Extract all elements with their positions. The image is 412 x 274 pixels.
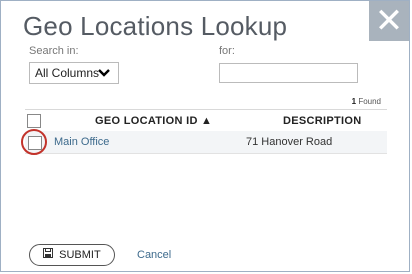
select-all-checkbox[interactable] <box>27 114 41 128</box>
found-label: Found <box>358 97 381 106</box>
submit-label: SUBMIT <box>59 249 101 261</box>
row-description: 71 Hanover Road <box>246 136 333 148</box>
submit-button[interactable]: SUBMIT <box>29 244 115 266</box>
column-header-geo-location-id[interactable]: GEO LOCATION ID ▲ <box>95 115 212 127</box>
found-number: 1 <box>351 97 357 106</box>
found-count: 1 Found <box>352 97 381 106</box>
table-row[interactable]: Main Office 71 Hanover Road <box>21 129 387 155</box>
cancel-link[interactable]: Cancel <box>137 249 171 261</box>
for-label: for: <box>219 45 235 57</box>
chevron-down-icon <box>98 66 110 81</box>
lookup-dialog: Geo Locations Lookup ✕ Search in: All Co… <box>0 0 410 272</box>
row-geo-location-id-link[interactable]: Main Office <box>54 136 109 148</box>
search-in-label: Search in: <box>29 45 79 57</box>
search-in-value: All Columns <box>35 66 100 80</box>
row-checkbox[interactable] <box>28 136 42 150</box>
search-input[interactable] <box>219 63 358 83</box>
save-icon <box>43 248 56 261</box>
close-icon[interactable]: ✕ <box>369 1 409 41</box>
search-in-select[interactable]: All Columns <box>29 62 119 84</box>
table-header: GEO LOCATION ID ▲ DESCRIPTION <box>25 109 387 133</box>
dialog-title: Geo Locations Lookup <box>23 11 288 41</box>
column-header-description[interactable]: DESCRIPTION <box>283 115 361 127</box>
